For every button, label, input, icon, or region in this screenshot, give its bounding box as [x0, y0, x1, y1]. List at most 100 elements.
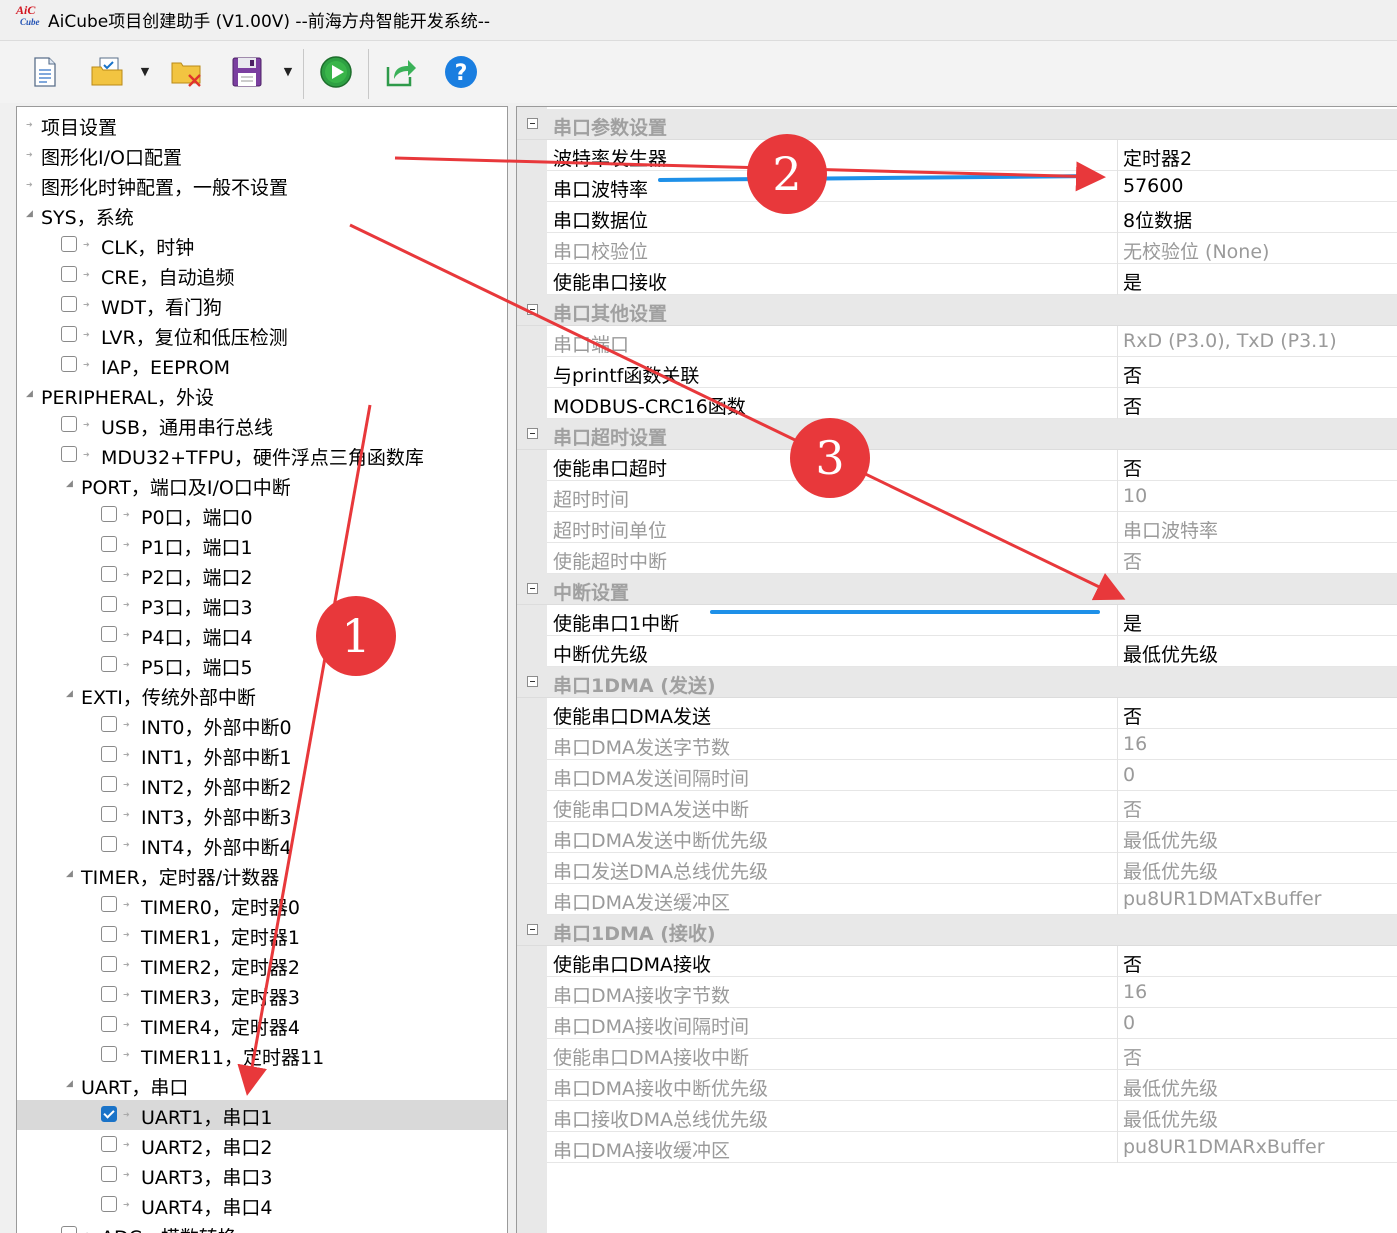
property-value[interactable]: 否: [1123, 392, 1142, 419]
save-dropdown-icon[interactable]: ▼: [282, 66, 294, 77]
expand-arrow-icon[interactable]: ◢: [66, 1080, 74, 1089]
property-category[interactable]: 串口参数设置: [517, 109, 1397, 140]
tree-checkbox[interactable]: [101, 596, 117, 612]
tree-item[interactable]: ➜ TIMER3，定时器3: [17, 980, 507, 1010]
tree-checkbox[interactable]: [101, 926, 117, 942]
tree-checkbox[interactable]: [101, 896, 117, 912]
collapse-icon[interactable]: [527, 304, 538, 315]
tree-item[interactable]: ➜ P4口，端口4: [17, 620, 507, 650]
tree-item[interactable]: ➜ P3口，端口3: [17, 590, 507, 620]
expand-arrow-icon[interactable]: ◢: [26, 390, 34, 399]
tree-checkbox[interactable]: [101, 1196, 117, 1212]
tree-item[interactable]: ➜ CRE，自动追频: [17, 260, 507, 290]
tree-item[interactable]: ➜ INT4，外部中断4: [17, 830, 507, 860]
property-row[interactable]: 串口DMA接收缓冲区 pu8UR1DMARxBuffer: [517, 1132, 1397, 1163]
property-category[interactable]: 串口1DMA (发送): [517, 667, 1397, 698]
property-row[interactable]: 串口DMA发送缓冲区 pu8UR1DMATxBuffer: [517, 884, 1397, 915]
property-row[interactable]: 使能串口接收 是: [517, 264, 1397, 295]
property-value[interactable]: 是: [1123, 609, 1142, 636]
property-value[interactable]: 最低优先级: [1123, 640, 1218, 667]
tree-item[interactable]: ➜ CLK，时钟: [17, 230, 507, 260]
tree-checkbox[interactable]: [101, 776, 117, 792]
property-row[interactable]: 串口校验位 无校验位 (None): [517, 233, 1397, 264]
tree-item[interactable]: ➜ TIMER1，定时器1: [17, 920, 507, 950]
tree-item[interactable]: ➜ USB，通用串行总线: [17, 410, 507, 440]
tree-checkbox[interactable]: [101, 506, 117, 522]
property-value[interactable]: 否: [1123, 454, 1142, 481]
new-document-icon[interactable]: [28, 55, 62, 89]
property-row[interactable]: 使能串口超时 否: [517, 450, 1397, 481]
tree-item[interactable]: ➜ INT1，外部中断1: [17, 740, 507, 770]
tree-item[interactable]: ➜ P2口，端口2: [17, 560, 507, 590]
tree-item[interactable]: ➜ 图形化时钟配置，一般不设置: [17, 170, 507, 200]
property-row[interactable]: 中断优先级 最低优先级: [517, 636, 1397, 667]
tree-item[interactable]: ◢ EXTI，传统外部中断: [17, 680, 507, 710]
property-row[interactable]: 使能串口DMA发送 否: [517, 698, 1397, 729]
property-row[interactable]: 与printf函数关联 否: [517, 357, 1397, 388]
tree-item[interactable]: ◢ SYS，系统: [17, 200, 507, 230]
open-folder-icon[interactable]: [90, 55, 124, 89]
property-value[interactable]: 否: [1123, 950, 1142, 977]
property-value[interactable]: 是: [1123, 268, 1142, 295]
tree-item[interactable]: ➜ P0口，端口0: [17, 500, 507, 530]
tree-checkbox[interactable]: [61, 266, 77, 282]
collapse-icon[interactable]: [527, 428, 538, 439]
tree-item[interactable]: ◢ PERIPHERAL，外设: [17, 380, 507, 410]
tree-item[interactable]: ➜ 项目设置: [17, 110, 507, 140]
tree-item[interactable]: ➜ TIMER11，定时器11: [17, 1040, 507, 1070]
tree-checkbox[interactable]: [101, 1016, 117, 1032]
tree-checkbox[interactable]: [101, 1136, 117, 1152]
property-row[interactable]: 串口数据位 8位数据: [517, 202, 1397, 233]
collapse-icon[interactable]: [527, 924, 538, 935]
property-category[interactable]: 串口超时设置: [517, 419, 1397, 450]
tree-checkbox[interactable]: [101, 716, 117, 732]
property-row[interactable]: 串口接收DMA总线优先级 最低优先级: [517, 1101, 1397, 1132]
tree-item[interactable]: ➜ UART2，串口2: [17, 1130, 507, 1160]
tree-item[interactable]: ◢ UART，串口: [17, 1070, 507, 1100]
property-row[interactable]: 超时时间 10: [517, 481, 1397, 512]
save-icon[interactable]: [230, 55, 264, 89]
property-value[interactable]: 8位数据: [1123, 206, 1192, 233]
tree-item[interactable]: ➜ UART4，串口4: [17, 1190, 507, 1220]
tree-item[interactable]: ➜ P5口，端口5: [17, 650, 507, 680]
tree-item[interactable]: ➜ INT0，外部中断0: [17, 710, 507, 740]
tree-item[interactable]: ➜ P1口，端口1: [17, 530, 507, 560]
tree-item[interactable]: ➜ WDT，看门狗: [17, 290, 507, 320]
property-category[interactable]: 中断设置: [517, 574, 1397, 605]
tree-item[interactable]: ➜ADC，模数转换: [17, 1220, 507, 1233]
tree-item[interactable]: ➜ IAP，EEPROM: [17, 350, 507, 380]
tree-checkbox[interactable]: [61, 296, 77, 312]
property-row[interactable]: 串口波特率 57600: [517, 171, 1397, 202]
property-row[interactable]: 串口DMA发送字节数 16: [517, 729, 1397, 760]
tree-checkbox[interactable]: [61, 416, 77, 432]
tree-item[interactable]: ◢ PORT，端口及I/O口中断: [17, 470, 507, 500]
open-dropdown-icon[interactable]: ▼: [139, 66, 151, 77]
tree-item[interactable]: ➜ INT2，外部中断2: [17, 770, 507, 800]
tree-checkbox[interactable]: [101, 1106, 117, 1122]
property-row[interactable]: 串口端口 RxD (P3.0), TxD (P3.1): [517, 326, 1397, 357]
tree-checkbox[interactable]: [101, 1166, 117, 1182]
tree-item[interactable]: ➜ LVR，复位和低压检测: [17, 320, 507, 350]
tree-checkbox[interactable]: [101, 626, 117, 642]
property-value[interactable]: 定时器2: [1123, 144, 1192, 171]
collapse-icon[interactable]: [527, 676, 538, 687]
collapse-icon[interactable]: [527, 583, 538, 594]
close-folder-icon[interactable]: [170, 55, 204, 89]
tree-item[interactable]: ➜ UART3，串口3: [17, 1160, 507, 1190]
tree-item[interactable]: ◢ TIMER，定时器/计数器: [17, 860, 507, 890]
property-row[interactable]: 串口DMA接收间隔时间 0: [517, 1008, 1397, 1039]
tree-checkbox[interactable]: [101, 566, 117, 582]
tree-item[interactable]: ➜ TIMER4，定时器4: [17, 1010, 507, 1040]
property-row[interactable]: 超时时间单位 串口波特率: [517, 512, 1397, 543]
property-row[interactable]: 串口DMA发送间隔时间 0: [517, 760, 1397, 791]
property-row[interactable]: 使能超时中断 否: [517, 543, 1397, 574]
tree-checkbox[interactable]: [101, 746, 117, 762]
property-value[interactable]: 否: [1123, 702, 1142, 729]
property-row[interactable]: 串口DMA接收中断优先级 最低优先级: [517, 1070, 1397, 1101]
tree-item[interactable]: ➜ TIMER0，定时器0: [17, 890, 507, 920]
expand-arrow-icon[interactable]: ◢: [66, 480, 74, 489]
property-row[interactable]: 使能串口DMA接收中断 否: [517, 1039, 1397, 1070]
property-row[interactable]: 使能串口DMA接收 否: [517, 946, 1397, 977]
tree-checkbox[interactable]: [101, 536, 117, 552]
tree-item[interactable]: ➜ 图形化I/O口配置: [17, 140, 507, 170]
